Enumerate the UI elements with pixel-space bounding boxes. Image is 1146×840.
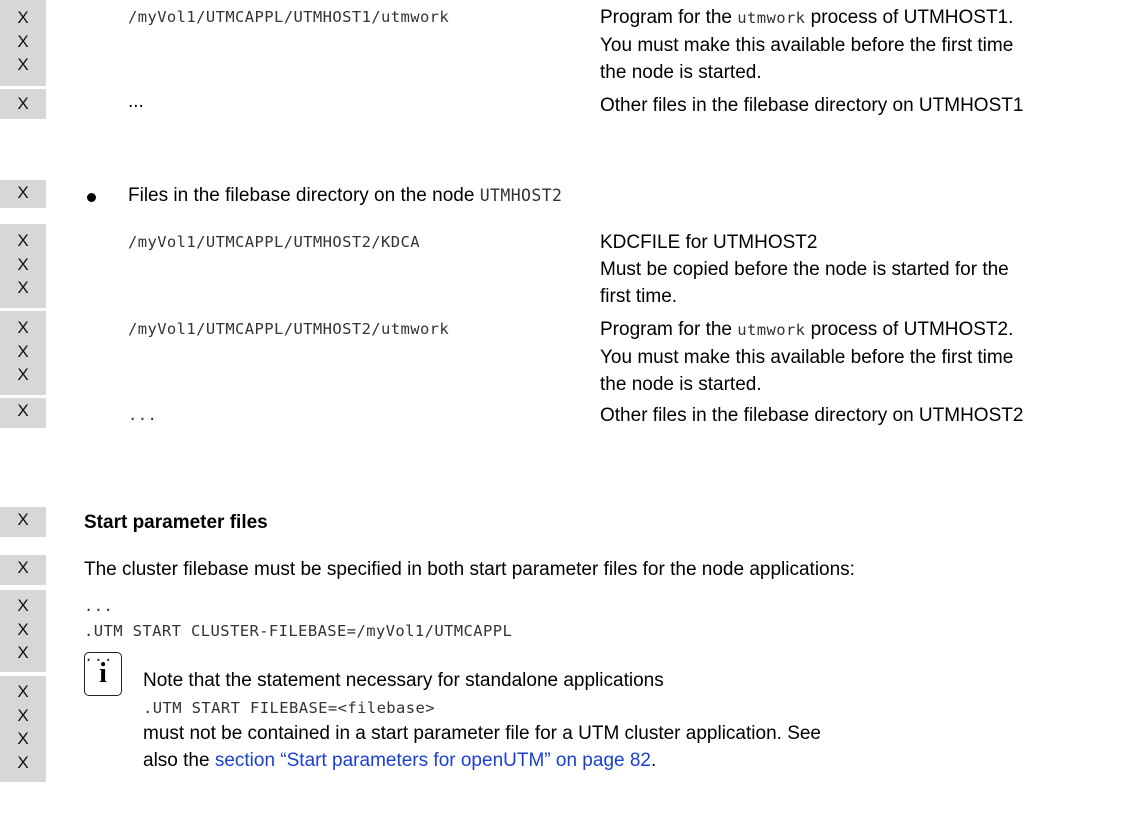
change-bar-6: X [0, 398, 46, 428]
file-desc-host2-utmwork: Program for the utmwork process of UTMHO… [600, 316, 1013, 398]
change-marker: X [17, 643, 29, 663]
change-bar-5: X X X [0, 311, 46, 395]
change-marker: X [17, 596, 29, 615]
desc-text: Program for the [600, 319, 738, 340]
desc-line: You must make this available before the … [600, 347, 1014, 368]
desc-line: Program for the utmwork process of UTMHO… [600, 316, 1013, 344]
section-heading: Start parameter files [84, 512, 268, 533]
note-line: Note that the statement necessary for st… [143, 670, 664, 691]
change-bar-1: X X X [0, 0, 46, 86]
intro-paragraph: The cluster filebase must be specified i… [84, 559, 855, 580]
note-code: .UTM START FILEBASE=<filebase> [143, 698, 435, 717]
file-path-host1-utmwork: /myVol1/UTMCAPPL/UTMHOST1/utmwork [128, 8, 450, 26]
change-marker: X [17, 341, 29, 361]
desc-line: Program for the utmwork process of UTMHO… [600, 4, 1013, 32]
change-marker: X [17, 729, 29, 749]
bullet-icon [87, 193, 96, 202]
note-text-suffix: . [650, 749, 657, 771]
desc-line: You must make this available before the … [600, 35, 1014, 56]
desc-text: process of UTMHOST2. [805, 319, 1014, 340]
change-marker: X [17, 254, 29, 274]
desc-line: the node is started. [600, 62, 762, 83]
change-marker: X [17, 318, 29, 337]
desc-line: KDCFILE for UTMHOST2 [600, 232, 818, 253]
change-marker: X [17, 8, 29, 27]
change-marker: X [17, 183, 29, 202]
node-name: UTMHOST2 [479, 186, 563, 205]
inline-code: utmwork [737, 9, 806, 27]
note-text-prefix: also the [143, 749, 215, 771]
note-text: Note that the statement necessary for st… [143, 668, 821, 774]
change-marker: X [17, 31, 29, 51]
change-bar-9: X X X [0, 590, 46, 672]
change-marker: X [17, 619, 29, 639]
change-bar-8: X [0, 555, 46, 585]
code-line: ... [84, 597, 114, 615]
change-marker: X [17, 365, 29, 385]
inline-code: utmwork [737, 321, 806, 339]
change-marker: X [17, 401, 29, 420]
change-marker: X [17, 94, 29, 113]
file-path-host2-other: ... [128, 406, 158, 424]
file-path-host1-other: ... [128, 91, 144, 112]
desc-line: first time. [600, 286, 678, 307]
file-path-host2-kdca: /myVol1/UTMCAPPL/UTMHOST2/KDCA [128, 233, 420, 251]
change-marker: X [17, 510, 29, 529]
change-marker: X [17, 682, 29, 701]
code-line: ... [84, 647, 114, 665]
change-bar-7: X [0, 507, 46, 537]
desc-line: the node is started. [600, 374, 762, 395]
change-bar-10: X X X X [0, 676, 46, 782]
desc-line: Must be copied before the node is starte… [600, 259, 1009, 280]
change-bar-3: X [0, 180, 46, 208]
file-path-host2-utmwork: /myVol1/UTMCAPPL/UTMHOST2/utmwork [128, 320, 450, 338]
desc-text: process of UTMHOST1. [805, 7, 1014, 28]
change-bar-2: X [0, 89, 46, 119]
change-marker: X [17, 55, 29, 75]
desc-text: Program for the [600, 7, 738, 28]
note-line: also the section “Start parameters for o… [143, 748, 821, 775]
note-line: must not be contained in a start paramet… [143, 723, 821, 744]
file-desc-host1-other: Other files in the filebase directory on… [600, 95, 1024, 116]
info-icon: i [84, 652, 122, 696]
change-marker: X [17, 705, 29, 725]
file-desc-host1-utmwork: Program for the utmwork process of UTMHO… [600, 4, 1013, 86]
code-line: .UTM START CLUSTER-FILEBASE=/myVol1/UTMC… [84, 622, 513, 640]
file-desc-host2-other: Other files in the filebase directory on… [600, 405, 1024, 426]
file-desc-host2-kdca: KDCFILE for UTMHOST2 Must be copied befo… [600, 229, 1009, 310]
change-marker: X [17, 231, 29, 250]
change-marker: X [17, 278, 29, 298]
heading-text: Files in the filebase directory on the n… [128, 185, 480, 206]
files-host2-heading: Files in the filebase directory on the n… [128, 182, 562, 209]
change-bar-4: X X X [0, 224, 46, 308]
code-block: ... .UTM START CLUSTER-FILEBASE=/myVol1/… [84, 594, 512, 669]
section-reference-link[interactable]: section “Start parameters for openUTM” o… [215, 750, 651, 771]
change-marker: X [17, 752, 29, 772]
change-marker: X [17, 558, 29, 577]
